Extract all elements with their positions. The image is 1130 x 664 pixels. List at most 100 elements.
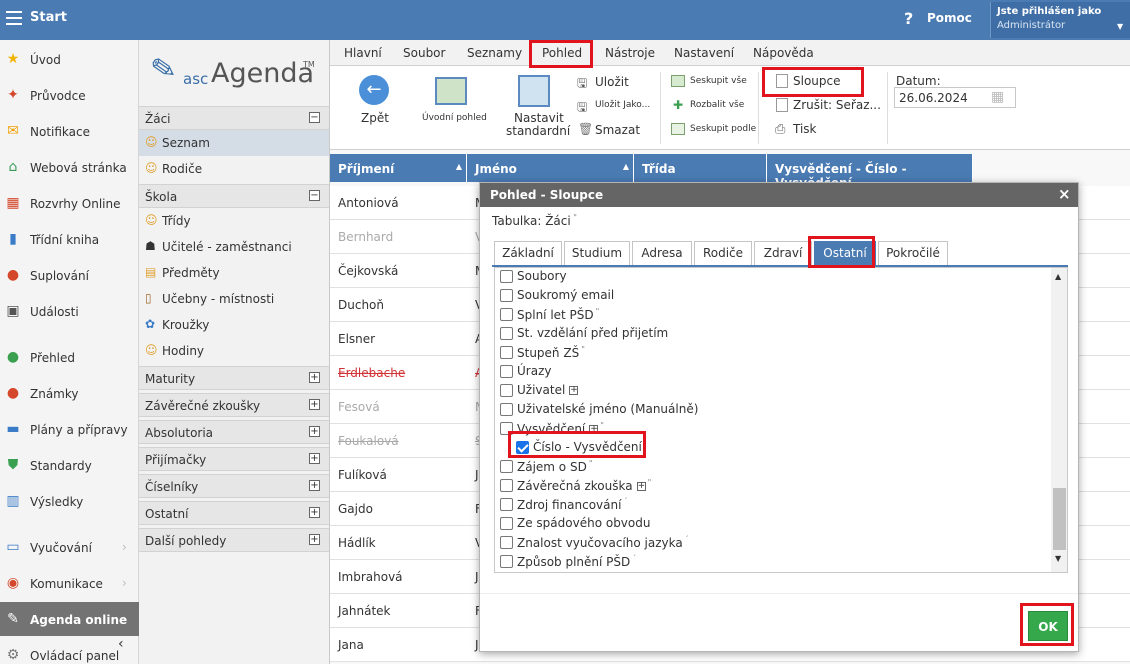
hamburger-menu-icon[interactable] bbox=[6, 11, 22, 25]
expand-icon[interactable]: + bbox=[309, 426, 320, 437]
home-view-icon[interactable] bbox=[435, 77, 467, 105]
app-title[interactable]: Start bbox=[30, 10, 67, 25]
checkbox[interactable] bbox=[500, 460, 513, 473]
close-icon[interactable]: × bbox=[1058, 185, 1071, 203]
date-input[interactable]: 26.06.2024 ▦ bbox=[894, 87, 1016, 108]
group-by-button[interactable]: Seskupit podle bbox=[690, 124, 756, 134]
column-header-prijmeni[interactable]: Příjmení ▲ bbox=[330, 154, 467, 182]
expand-icon[interactable]: + bbox=[309, 507, 320, 518]
section-dalsi-pohledy[interactable]: Další pohledy + bbox=[139, 528, 329, 552]
section-ciselniky[interactable]: Číselníky + bbox=[139, 474, 329, 498]
section-zaverecne-zkousky[interactable]: Závěrečné zkoušky + bbox=[139, 393, 329, 417]
default-view-icon[interactable] bbox=[518, 75, 550, 107]
collapse-chevron-icon[interactable]: ‹ bbox=[118, 636, 124, 652]
checkbox[interactable] bbox=[500, 422, 513, 435]
column-header-trida[interactable]: Třída bbox=[634, 154, 767, 182]
collapse-icon[interactable]: − bbox=[309, 190, 320, 201]
print-icon[interactable]: ⎙ bbox=[775, 122, 785, 137]
checkbox[interactable] bbox=[500, 403, 513, 416]
checkbox[interactable] bbox=[500, 384, 513, 397]
menu-napoveda[interactable]: Nápověda bbox=[753, 46, 814, 60]
trash-icon[interactable]: 🗑 bbox=[578, 122, 593, 136]
home-view-button[interactable]: Úvodní pohled bbox=[422, 113, 487, 123]
expand-icon[interactable]: + bbox=[309, 534, 320, 545]
menu-seznamy[interactable]: Seznamy bbox=[467, 46, 522, 60]
save-icon[interactable]: 🖫 bbox=[577, 74, 587, 95]
menu-hlavni[interactable]: Hlavní bbox=[344, 46, 382, 60]
delete-button[interactable]: Smazat bbox=[595, 123, 640, 137]
checkbox[interactable] bbox=[500, 346, 513, 359]
checkbox[interactable] bbox=[500, 327, 513, 340]
checkbox[interactable] bbox=[500, 365, 513, 378]
sidebar-item-rodice[interactable]: ☺ Rodiče bbox=[139, 156, 329, 182]
expand-icon[interactable]: + bbox=[309, 372, 320, 383]
checkbox[interactable] bbox=[500, 555, 513, 568]
back-button[interactable]: Zpět bbox=[361, 111, 389, 125]
tab-ostatni[interactable]: Ostatní bbox=[814, 241, 876, 265]
set-default-label-2[interactable]: standardní bbox=[506, 124, 570, 138]
scrollbar-thumb[interactable] bbox=[1053, 488, 1066, 550]
ok-button[interactable]: OK bbox=[1028, 611, 1068, 641]
back-arrow-icon[interactable]: ← bbox=[359, 75, 389, 105]
tab-zakladni[interactable]: Základní bbox=[494, 241, 562, 265]
save-as-button[interactable]: Uložit Jako... bbox=[595, 100, 650, 110]
expand-icon[interactable]: + bbox=[569, 386, 579, 395]
section-prijimacky[interactable]: Přijímačky + bbox=[139, 447, 329, 471]
checkbox[interactable] bbox=[500, 308, 513, 321]
nav-item-standardy[interactable]: ⛊ Standardy bbox=[0, 448, 139, 482]
nav-item-znamky[interactable]: ● Známky bbox=[0, 376, 139, 410]
sidebar-item-predmety[interactable]: ▤ Předměty bbox=[139, 260, 329, 286]
nav-item-komunikace[interactable]: ◉ Komunikace › bbox=[0, 566, 139, 600]
chevron-down-icon[interactable]: ▼ bbox=[1117, 22, 1123, 31]
menu-nastroje[interactable]: Nástroje bbox=[605, 46, 655, 60]
nav-item-vyucovani[interactable]: ▭ Vyučování › bbox=[0, 530, 139, 564]
section-skola[interactable]: Škola − bbox=[139, 184, 329, 208]
tab-adresa[interactable]: Adresa bbox=[632, 241, 692, 265]
collapse-icon[interactable]: − bbox=[309, 112, 320, 123]
expand-icon[interactable]: + bbox=[309, 399, 320, 410]
tab-pokrocile[interactable]: Pokročilé bbox=[878, 241, 948, 265]
nav-item-webova-stranka[interactable]: ⌂ Webová stránka bbox=[0, 150, 139, 184]
checkbox[interactable] bbox=[500, 270, 513, 283]
section-absolutoria[interactable]: Absolutoria + bbox=[139, 420, 329, 444]
dialog-header[interactable]: Pohled - Sloupce × bbox=[480, 183, 1078, 207]
calendar-icon[interactable]: ▦ bbox=[991, 89, 1004, 105]
checkbox[interactable] bbox=[500, 536, 513, 549]
nav-item-tridni-kniha[interactable]: ▮ Třídní kniha bbox=[0, 222, 139, 256]
group-all-icon[interactable] bbox=[671, 75, 685, 87]
scroll-down-icon[interactable]: ▼ bbox=[1055, 554, 1061, 563]
sidebar-item-tridy[interactable]: ☺ Třídy bbox=[139, 208, 329, 234]
column-header-vysvedceni[interactable]: Vysvědčení - Číslo - Vysvědčení bbox=[767, 154, 973, 190]
checkbox[interactable] bbox=[500, 479, 513, 492]
column-header-jmeno[interactable]: Jméno ▲ bbox=[467, 154, 634, 182]
sidebar-item-seznam[interactable]: ☺ Seznam bbox=[139, 130, 329, 156]
checkbox[interactable] bbox=[500, 517, 513, 530]
menu-nastaveni[interactable]: Nastavení bbox=[674, 46, 734, 60]
cancel-sort-button[interactable]: Zrušit: Seřaz... bbox=[793, 98, 881, 112]
group-all-button[interactable]: Seskupit vše bbox=[690, 76, 747, 86]
columns-icon[interactable] bbox=[776, 74, 788, 88]
sort-up-icon[interactable]: ▲ bbox=[623, 162, 629, 171]
sort-up-icon[interactable]: ▲ bbox=[456, 162, 462, 171]
expand-all-icon[interactable]: ✚ bbox=[671, 99, 685, 111]
nav-item-plany[interactable]: ▬ Plány a přípravy bbox=[0, 412, 139, 446]
tab-studium[interactable]: Studium bbox=[564, 241, 630, 265]
sidebar-item-hodiny[interactable]: ☺ Hodiny bbox=[139, 338, 329, 364]
nav-item-vysledky[interactable]: ▥ Výsledky bbox=[0, 484, 139, 518]
menu-soubor[interactable]: Soubor bbox=[403, 46, 445, 60]
nav-item-udalosti[interactable]: ▣ Události bbox=[0, 294, 139, 328]
save-button[interactable]: Uložit bbox=[595, 75, 629, 89]
expand-all-button[interactable]: Rozbalit vše bbox=[690, 100, 744, 110]
tab-zdravi[interactable]: Zdraví bbox=[754, 241, 812, 265]
set-default-label-1[interactable]: Nastavit bbox=[514, 111, 564, 125]
scroll-up-icon[interactable]: ▲ bbox=[1055, 272, 1061, 281]
section-zaci[interactable]: Žáci − bbox=[139, 106, 329, 130]
nav-item-pruvodce[interactable]: ✦ Průvodce bbox=[0, 78, 139, 112]
menu-pohled[interactable]: Pohled bbox=[542, 46, 582, 60]
nav-item-rozvrhy[interactable]: ▦ Rozvrhy Online bbox=[0, 186, 139, 220]
nav-item-uvod[interactable]: ★ Úvod bbox=[0, 42, 139, 76]
section-ostatni[interactable]: Ostatní + bbox=[139, 501, 329, 525]
save-as-icon[interactable]: 🖫 bbox=[577, 98, 587, 119]
scrollbar[interactable]: ▲ ▼ bbox=[1051, 268, 1067, 572]
nav-item-notifikace[interactable]: ✉ Notifikace bbox=[0, 114, 139, 148]
